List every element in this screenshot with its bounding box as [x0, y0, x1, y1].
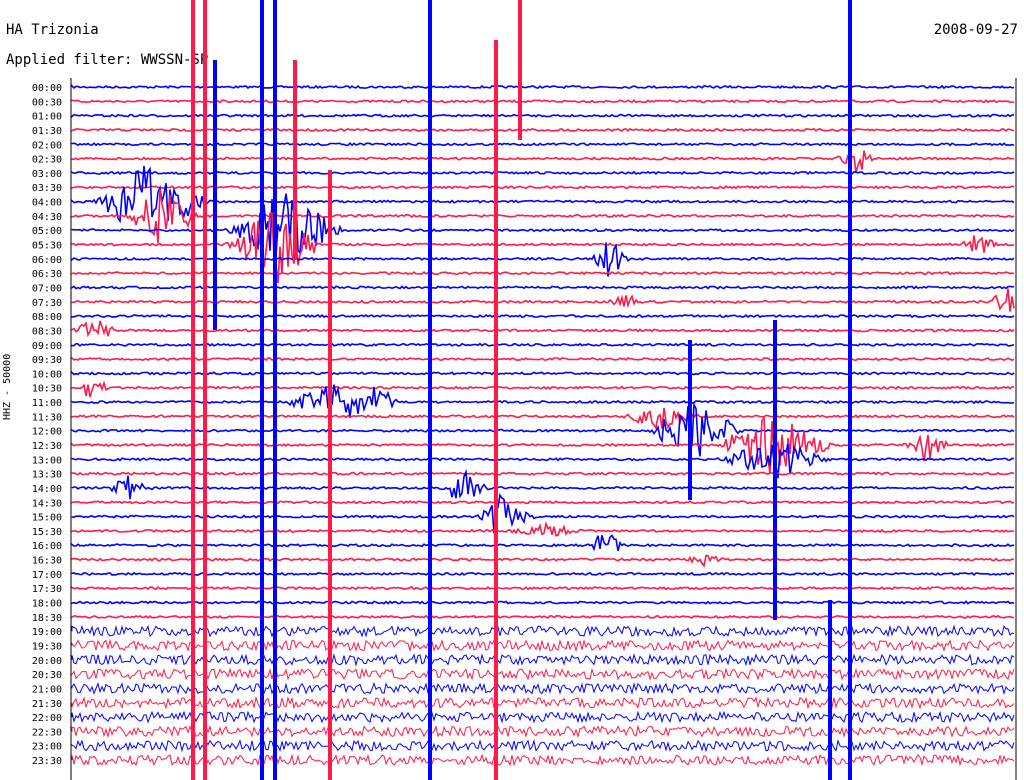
helicorder-plot: 00:00 00:30 01:00 01:30 02:00 02:30 03:00 03:30…: [32, 0, 1017, 780]
row-tick-label: 16:00: [32, 541, 62, 552]
row-tick-label: 19:30: [32, 641, 62, 652]
row-tick-label: 06:30: [32, 269, 62, 280]
row-tick-label: 10:30: [32, 384, 62, 395]
trace-row: [71, 468, 1015, 500]
row-tick-label: 02:30: [32, 155, 62, 166]
trace-row: [71, 624, 1015, 638]
row-tick-label: 13:00: [32, 455, 62, 466]
row-tick-label: 15:30: [32, 527, 62, 538]
row-tick-label: 05:00: [32, 226, 62, 237]
trace-row: [71, 342, 1015, 347]
trace-row: [71, 401, 1015, 457]
row-tick-label: 06:00: [32, 255, 62, 266]
row-tick-label: 23:30: [32, 756, 62, 767]
trace-row: [71, 571, 1015, 576]
trace-row: [71, 492, 1015, 534]
row-tick-label: 08:00: [32, 312, 62, 323]
row-tick-label: 17:30: [32, 584, 62, 595]
trace-row: [71, 534, 1015, 552]
row-tick-label: 01:30: [32, 126, 62, 137]
trace-row: [71, 356, 1015, 362]
row-tick-label: 09:30: [32, 355, 62, 366]
row-tick-label: 18:30: [32, 613, 62, 624]
row-tick-label: 10:00: [32, 369, 62, 380]
trace-row: [71, 710, 1015, 724]
row-tick-label: 21:30: [32, 699, 62, 710]
trace-row: [71, 586, 1015, 591]
row-tick-label: 15:00: [32, 513, 62, 524]
trace-row: [71, 667, 1015, 681]
trace-row: [71, 415, 1015, 474]
row-tick-label: 17:00: [32, 570, 62, 581]
trace-row: [71, 724, 1015, 739]
row-tick-label: 04:30: [32, 212, 62, 223]
trace-row: [71, 681, 1015, 696]
row-tick-label: 16:30: [32, 556, 62, 567]
row-tick-label: 11:00: [32, 398, 62, 409]
trace-row: [71, 471, 1015, 476]
trace-row: [71, 370, 1015, 376]
trace-row: [71, 614, 1015, 619]
trace-row: [71, 407, 1015, 431]
row-tick-label: 07:00: [32, 283, 62, 294]
row-tick-label: 00:30: [32, 97, 62, 108]
row-tick-label: 22:00: [32, 713, 62, 724]
trace-row: [71, 521, 1015, 537]
trace-row: [71, 695, 1015, 710]
trace-row: [71, 600, 1015, 605]
row-tick-label: 19:00: [32, 627, 62, 638]
trace-row: [71, 384, 1015, 417]
trace-row: [71, 638, 1015, 653]
row-tick-label: 13:30: [32, 470, 62, 481]
row-tick-label: 14:00: [32, 484, 62, 495]
row-tick-label: 03:30: [32, 183, 62, 194]
trace-row: [71, 380, 1014, 398]
row-tick-label: 22:30: [32, 727, 62, 738]
row-tick-label: 01:00: [32, 112, 62, 123]
trace-row: [71, 554, 1015, 568]
row-tick-label: 11:30: [32, 412, 62, 423]
row-tick-label: 08:30: [32, 326, 62, 337]
row-tick-label: 12:00: [32, 427, 62, 438]
row-tick-label: 23:00: [32, 742, 62, 753]
row-tick-label: 20:30: [32, 670, 62, 681]
row-tick-label: 21:00: [32, 684, 62, 695]
row-tick-label: 02:00: [32, 140, 62, 151]
trace-row: [71, 753, 1015, 767]
row-tick-label: 07:30: [32, 298, 62, 309]
trace-row: [71, 739, 1015, 753]
row-tick-label: 14:30: [32, 498, 62, 509]
trace-row: [71, 653, 1015, 667]
row-tick-label: 12:30: [32, 441, 62, 452]
row-tick-label: 20:00: [32, 656, 62, 667]
row-tick-label: 09:00: [32, 341, 62, 352]
row-tick-label: 03:00: [32, 169, 62, 180]
row-tick-label: 04:00: [32, 198, 62, 209]
trace-row: [71, 500, 1015, 505]
row-tick-label: 05:30: [32, 241, 62, 252]
row-tick-label: 00:00: [32, 83, 62, 94]
row-tick-label: 18:00: [32, 599, 62, 610]
